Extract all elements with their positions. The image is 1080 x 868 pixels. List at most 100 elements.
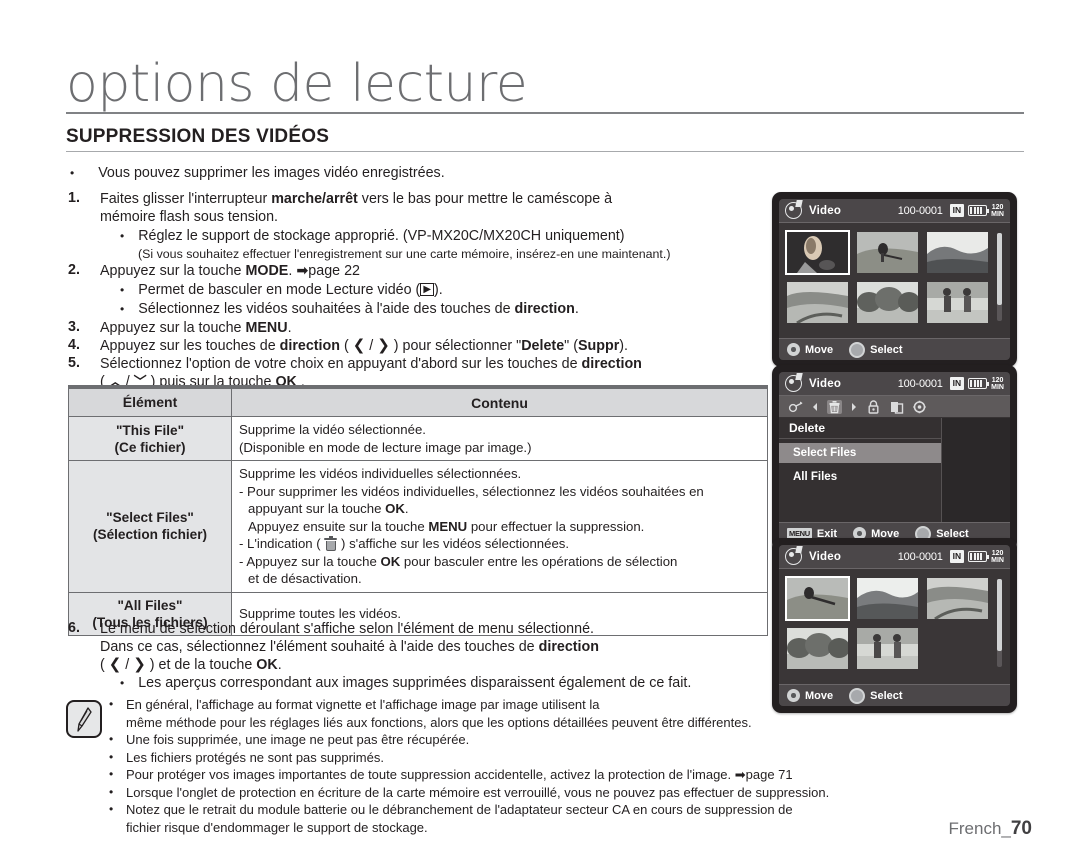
remaining-time: 120 MIN	[991, 204, 1004, 218]
dpad-icon	[787, 343, 800, 356]
lcd-thumbnail-view-after: Video 100-0001 IN 120 MIN Move Select	[772, 538, 1017, 713]
step-3-part-c: .	[287, 320, 292, 336]
step-5-number: 5.	[68, 355, 80, 371]
step-2-sub1-a: Permet de basculer en mode Lecture vidéo…	[138, 282, 421, 298]
thumbnail-valley[interactable]	[927, 578, 988, 619]
minutes-value: 120	[991, 203, 1004, 211]
remaining-time: 120 MIN	[991, 550, 1004, 564]
step-6-line2-a: Dans ce cas, sélectionnez l'élément souh…	[100, 639, 539, 655]
scrollbar[interactable]	[997, 233, 1002, 321]
menu-item-select-files[interactable]: Select Files	[779, 443, 941, 463]
memory-badge-icon: IN	[949, 550, 965, 563]
content-line: et de désactivation.	[248, 571, 362, 586]
step-2-sub2-c: .	[574, 301, 579, 317]
minutes-unit: MIN	[991, 383, 1004, 391]
step-2-text: Appuyez sur la touche MODE. ➡page 22	[100, 262, 760, 280]
footer-page-number: 70	[1010, 818, 1032, 839]
thumbnail-two-people[interactable]	[857, 628, 918, 669]
lcd-control-bar: Move Select	[779, 338, 1010, 360]
step-4-suppr-label: Suppr	[577, 338, 620, 354]
thumbnail-cyclist[interactable]	[857, 232, 918, 273]
lcd-thumbnail-view-before: Video 100-0001 IN 120 MIN Move Select	[772, 192, 1017, 367]
thumbnail-row	[785, 576, 1002, 621]
intro-bullet-text: Vous pouvez supprimer les images vidéo e…	[98, 165, 445, 181]
section-divider	[66, 151, 1024, 152]
manual-page: options de lecture SUPPRESSION DES VIDÉO…	[0, 0, 1080, 868]
note-item-cont: même méthode pour les réglages liés aux …	[104, 714, 1049, 732]
lock-icon[interactable]	[866, 399, 881, 414]
lcd-status-bar: Video 100-0001 IN 120 MIN	[779, 199, 1010, 223]
step-3-text: Appuyez sur la touche MENU.	[100, 319, 760, 337]
step-6-text: Le menu de sélection déroulant s'affiche…	[100, 620, 780, 674]
thumbnail-valley[interactable]	[787, 282, 848, 323]
gear-icon[interactable]	[912, 400, 927, 414]
content-frag: .	[404, 501, 409, 516]
page-footer: French_70	[948, 818, 1032, 840]
content-line: appuyant sur la touche OK.	[239, 500, 760, 518]
step-2-sub1-b: ).	[434, 282, 443, 298]
note-item: • Lorsque l'onglet de protection en écrit…	[104, 784, 1049, 802]
step-4-part-f: " (	[564, 338, 578, 354]
thumbnail-mountain[interactable]	[857, 578, 918, 619]
copy-icon[interactable]	[889, 400, 904, 414]
step-2-bold: MODE	[245, 263, 289, 279]
scrollbar[interactable]	[997, 579, 1002, 667]
thumbnail-trees[interactable]	[857, 282, 918, 323]
film-reel-icon	[785, 202, 802, 219]
step-1-paren: (Si vous souhaitez effectuer l'enregistr…	[138, 247, 671, 261]
step-2-page-ref: page 22	[308, 263, 360, 279]
thumbnail-cyclist[interactable]	[785, 576, 850, 621]
trash-icon[interactable]	[827, 399, 842, 414]
menu-column: Delete Select Files All Files	[779, 418, 942, 522]
section-title: SUPPRESSION DES VIDÉOS	[66, 126, 330, 147]
note-item: • Pour protéger vos images importantes de…	[104, 766, 1049, 784]
film-reel-icon	[785, 548, 802, 565]
thumbnail-person-dark[interactable]	[785, 230, 850, 275]
dpad-icon	[787, 689, 800, 702]
ok-button-icon	[849, 687, 866, 704]
note-text: fichier risque d'endommager le support d…	[126, 819, 428, 835]
content-frag: - Appuyez sur la touche	[239, 553, 381, 569]
thumbnail-trees[interactable]	[787, 628, 848, 669]
step-1-bold: marche/arrêt	[271, 191, 358, 207]
step-4-part-a: Appuyez sur les touches de	[100, 338, 280, 354]
step-1-part-c: vers le bas pour mettre le caméscope à	[357, 191, 613, 207]
left-arrow-icon[interactable]	[811, 400, 819, 414]
memory-badge-icon: IN	[949, 204, 965, 217]
step-1-subbullet: • Réglez le support de stockage approprié…	[120, 228, 625, 244]
thumbnail-two-people[interactable]	[927, 282, 988, 323]
item-label-en: "Select Files"	[106, 510, 194, 526]
thumbnail-mountain[interactable]	[927, 232, 988, 273]
notes-list: • En général, l'affichage au format vigne…	[104, 696, 1049, 836]
content-frag: appuyant sur la touche	[248, 501, 386, 516]
content-line: Appuyez ensuite sur la touche MENU pour …	[239, 518, 760, 536]
content-line: - Appuyez sur la touche OK pour basculer…	[239, 553, 760, 571]
step-6-ok-label: OK	[256, 657, 278, 673]
step-2-sub2-bold: direction	[514, 301, 575, 317]
table-header-row: Élément Contenu	[68, 388, 768, 417]
note-text: même méthode pour les réglages liés aux …	[126, 714, 752, 730]
battery-icon	[968, 551, 990, 562]
bullet-icon: •	[109, 767, 114, 781]
right-arrow-icon[interactable]	[850, 400, 858, 414]
note-item: • Les fichiers protégés ne sont pas suppr…	[104, 749, 1049, 767]
play-edit-icon[interactable]	[788, 400, 803, 414]
bullet-icon: •	[109, 802, 114, 816]
move-label: Move	[805, 343, 834, 356]
ok-key-label: OK	[385, 501, 405, 516]
menu-item-all-files[interactable]: All Files	[779, 467, 941, 487]
menu-key-label: MENU	[428, 518, 468, 534]
content-frag: pour basculer entre les opérations de sé…	[400, 553, 678, 569]
step-6-number: 6.	[68, 620, 80, 636]
footer-language: French_	[948, 819, 1011, 838]
step-6-subbullet: • Les aperçus correspondant aux images su…	[120, 675, 692, 691]
menu-title: Delete	[779, 418, 941, 439]
step-6-bold: direction	[538, 639, 599, 655]
note-text: Lorsque l'onglet de protection en écritu…	[126, 784, 830, 800]
step-2-sub2-a: Sélectionnez les vidéos souhaitées à l'a…	[138, 301, 515, 317]
step-1-subbullet-text: Réglez le support de stockage approprié.…	[138, 228, 625, 244]
content-line: - Pour supprimer les vidéos individuelle…	[239, 483, 704, 499]
content-line: Supprime la vidéo sélectionnée.	[239, 422, 426, 437]
step-4-number: 4.	[68, 337, 80, 353]
thumbnail-row	[787, 282, 1002, 323]
